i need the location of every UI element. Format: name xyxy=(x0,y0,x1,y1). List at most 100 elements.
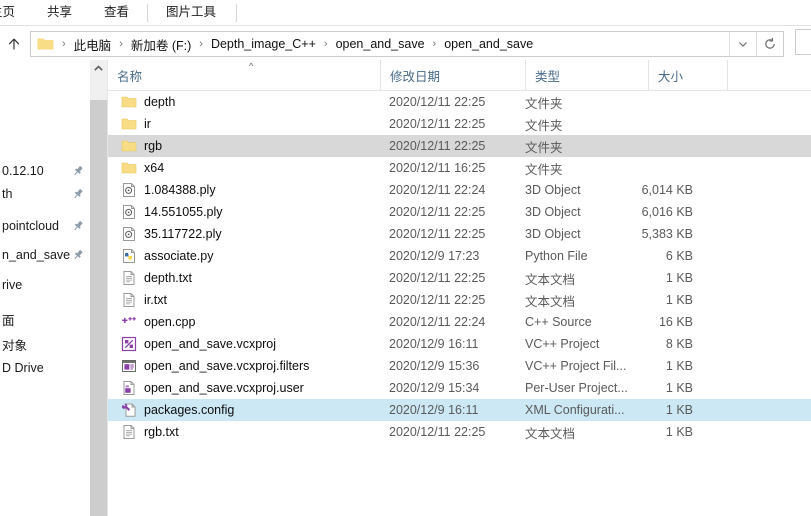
file-date: 2020/12/11 22:24 xyxy=(389,183,486,197)
cpp-source-icon xyxy=(122,317,136,323)
table-row[interactable]: x64 2020/12/11 16:25 文件夹 xyxy=(108,157,811,179)
file-name-cell: x64 xyxy=(121,160,401,176)
breadcrumb-item-this-pc[interactable]: 此电脑 xyxy=(72,35,114,54)
pin-icon[interactable] xyxy=(72,249,84,261)
xml-config-icon xyxy=(121,403,136,417)
file-date: 2020/12/11 22:25 xyxy=(389,205,486,219)
sidebar-scrollbar[interactable] xyxy=(89,60,107,516)
file-type: VC++ Project xyxy=(525,337,600,351)
file-name-cell: 1.084388.ply xyxy=(121,182,401,198)
file-type: 文件夹 xyxy=(525,162,563,177)
ribbon-tab-share[interactable]: 共享 xyxy=(31,0,88,25)
table-row[interactable]: open.cpp 2020/12/11 22:24 C++ Source 16 … xyxy=(108,311,811,333)
file-date: 2020/12/11 22:25 xyxy=(389,117,486,131)
file-name: open_and_save.vcxproj.filters xyxy=(144,359,310,373)
file-type: 3D Object xyxy=(525,227,581,241)
address-bar[interactable]: › 此电脑 › 新加卷 (F:) › Depth_image_C++ › ope… xyxy=(30,31,784,57)
table-row[interactable]: ir.txt 2020/12/11 22:25 文本文档 1 KB xyxy=(108,289,811,311)
refresh-icon[interactable] xyxy=(756,32,783,56)
search-input[interactable] xyxy=(795,29,811,55)
file-type: 文件夹 xyxy=(525,118,563,133)
file-name: packages.config xyxy=(144,403,235,417)
file-date: 2020/12/11 16:25 xyxy=(389,161,486,175)
file-size: 1 KB xyxy=(665,381,693,395)
column-header-size-label: 大小 xyxy=(658,69,684,84)
file-type: C++ Source xyxy=(525,315,592,329)
table-row[interactable]: rgb 2020/12/11 22:25 文件夹 xyxy=(108,135,811,157)
vcxproj-user-icon xyxy=(123,381,135,395)
scroll-up-arrow-icon[interactable] xyxy=(90,60,107,77)
table-row[interactable]: depth.txt 2020/12/11 22:25 文本文档 1 KB xyxy=(108,267,811,289)
breadcrumb-separator: › xyxy=(62,38,66,50)
file-size: 1 KB xyxy=(665,425,693,439)
table-row[interactable]: open_and_save.vcxproj.filters 2020/12/9 … xyxy=(108,355,811,377)
file-date: 2020/12/11 22:25 xyxy=(389,95,486,109)
file-name-cell: rgb xyxy=(121,138,401,154)
sidebar-item-5[interactable]: 面 xyxy=(0,308,88,330)
table-row[interactable]: ir 2020/12/11 22:25 文件夹 xyxy=(108,113,811,135)
file-type: Python File xyxy=(525,249,588,263)
file-name-cell: open_and_save.vcxproj.filters xyxy=(121,358,401,374)
file-name-cell: open_and_save.vcxproj.user xyxy=(121,380,401,396)
file-name: open_and_save.vcxproj.user xyxy=(144,381,304,395)
file-name-cell: open_and_save.vcxproj xyxy=(121,336,401,352)
sidebar-item-label: rive xyxy=(2,278,23,292)
file-name-cell: ir.txt xyxy=(121,292,401,308)
sidebar-item-6[interactable]: 对象 xyxy=(0,333,88,355)
file-size: 6,016 KB xyxy=(641,205,693,219)
pin-icon[interactable] xyxy=(72,220,84,232)
pin-icon[interactable] xyxy=(72,188,84,200)
pin-icon[interactable] xyxy=(72,165,84,177)
table-row[interactable]: 1.084388.ply 2020/12/11 22:24 3D Object … xyxy=(108,179,811,201)
file-name: 35.117722.ply xyxy=(144,227,222,241)
breadcrumb-item-volume-f[interactable]: 新加卷 (F:) xyxy=(129,35,193,54)
breadcrumb-item-depth-image-cpp[interactable]: Depth_image_C++ xyxy=(209,37,318,51)
text-file-icon xyxy=(123,271,135,285)
table-row[interactable]: 14.551055.ply 2020/12/11 22:25 3D Object… xyxy=(108,201,811,223)
sidebar-item-label: 面 xyxy=(2,313,15,328)
ribbon-tab-picture-tools[interactable]: 图片工具 xyxy=(150,0,232,25)
ribbon-tab-strip: 主页 共享 查看 图片工具 xyxy=(0,0,811,25)
ribbon-tab-home[interactable]: 主页 xyxy=(0,0,31,25)
breadcrumb[interactable]: › 此电脑 › 新加卷 (F:) › Depth_image_C++ › ope… xyxy=(31,32,729,56)
column-header-spacer[interactable] xyxy=(727,60,811,90)
file-name-cell: associate.py xyxy=(121,248,401,264)
column-header-type[interactable]: 类型 xyxy=(525,60,648,90)
file-name: x64 xyxy=(144,161,165,175)
table-row[interactable]: open_and_save.vcxproj.user 2020/12/9 15:… xyxy=(108,377,811,399)
scrollbar-thumb[interactable] xyxy=(90,100,107,516)
breadcrumb-item-open-and-save-inner[interactable]: open_and_save xyxy=(442,37,535,51)
file-type: 文本文档 xyxy=(525,272,576,287)
breadcrumb-item-open-and-save[interactable]: open_and_save xyxy=(334,37,427,51)
table-row[interactable]: open_and_save.vcxproj 2020/12/9 16:11 VC… xyxy=(108,333,811,355)
ribbon-bottom-border xyxy=(0,25,811,26)
file-date: 2020/12/11 22:25 xyxy=(389,139,486,153)
table-row[interactable]: packages.config 2020/12/9 16:11 XML Conf… xyxy=(108,399,811,421)
table-row[interactable]: 35.117722.ply 2020/12/11 22:25 3D Object… xyxy=(108,223,811,245)
file-size: 1 KB xyxy=(665,359,693,373)
file-explorer-window: 主页 共享 查看 图片工具 › 此电脑 › 新加卷 (F:) › xyxy=(0,0,811,516)
address-bar-row: › 此电脑 › 新加卷 (F:) › Depth_image_C++ › ope… xyxy=(0,29,811,59)
file-size: 1 KB xyxy=(665,271,693,285)
sidebar-item-7[interactable]: D Drive xyxy=(0,357,88,379)
file-name: depth xyxy=(144,95,176,109)
text-file-icon xyxy=(123,425,135,439)
file-date: 2020/12/9 16:11 xyxy=(389,337,479,351)
table-row[interactable]: associate.py 2020/12/9 17:23 Python File… xyxy=(108,245,811,267)
column-header-name[interactable]: 名称 ^ xyxy=(108,60,380,90)
column-header-date-modified[interactable]: 修改日期 xyxy=(380,60,525,90)
sort-ascending-icon: ^ xyxy=(249,61,254,71)
up-arrow-icon[interactable] xyxy=(0,30,28,58)
chevron-down-icon[interactable] xyxy=(729,32,756,56)
column-header-size[interactable]: 大小 xyxy=(648,60,727,90)
ribbon-tab-view[interactable]: 查看 xyxy=(88,0,145,25)
file-name: open.cpp xyxy=(144,315,196,329)
file-name-cell: rgb.txt xyxy=(121,424,401,440)
file-name-cell: open.cpp xyxy=(121,314,401,330)
file-name: 14.551055.ply xyxy=(144,205,223,219)
table-row[interactable]: rgb.txt 2020/12/11 22:25 文本文档 1 KB xyxy=(108,421,811,443)
breadcrumb-separator: › xyxy=(119,38,123,50)
file-name-cell: depth xyxy=(121,94,401,110)
table-row[interactable]: depth 2020/12/11 22:25 文件夹 xyxy=(108,91,811,113)
sidebar-item-4[interactable]: rive xyxy=(0,274,88,296)
